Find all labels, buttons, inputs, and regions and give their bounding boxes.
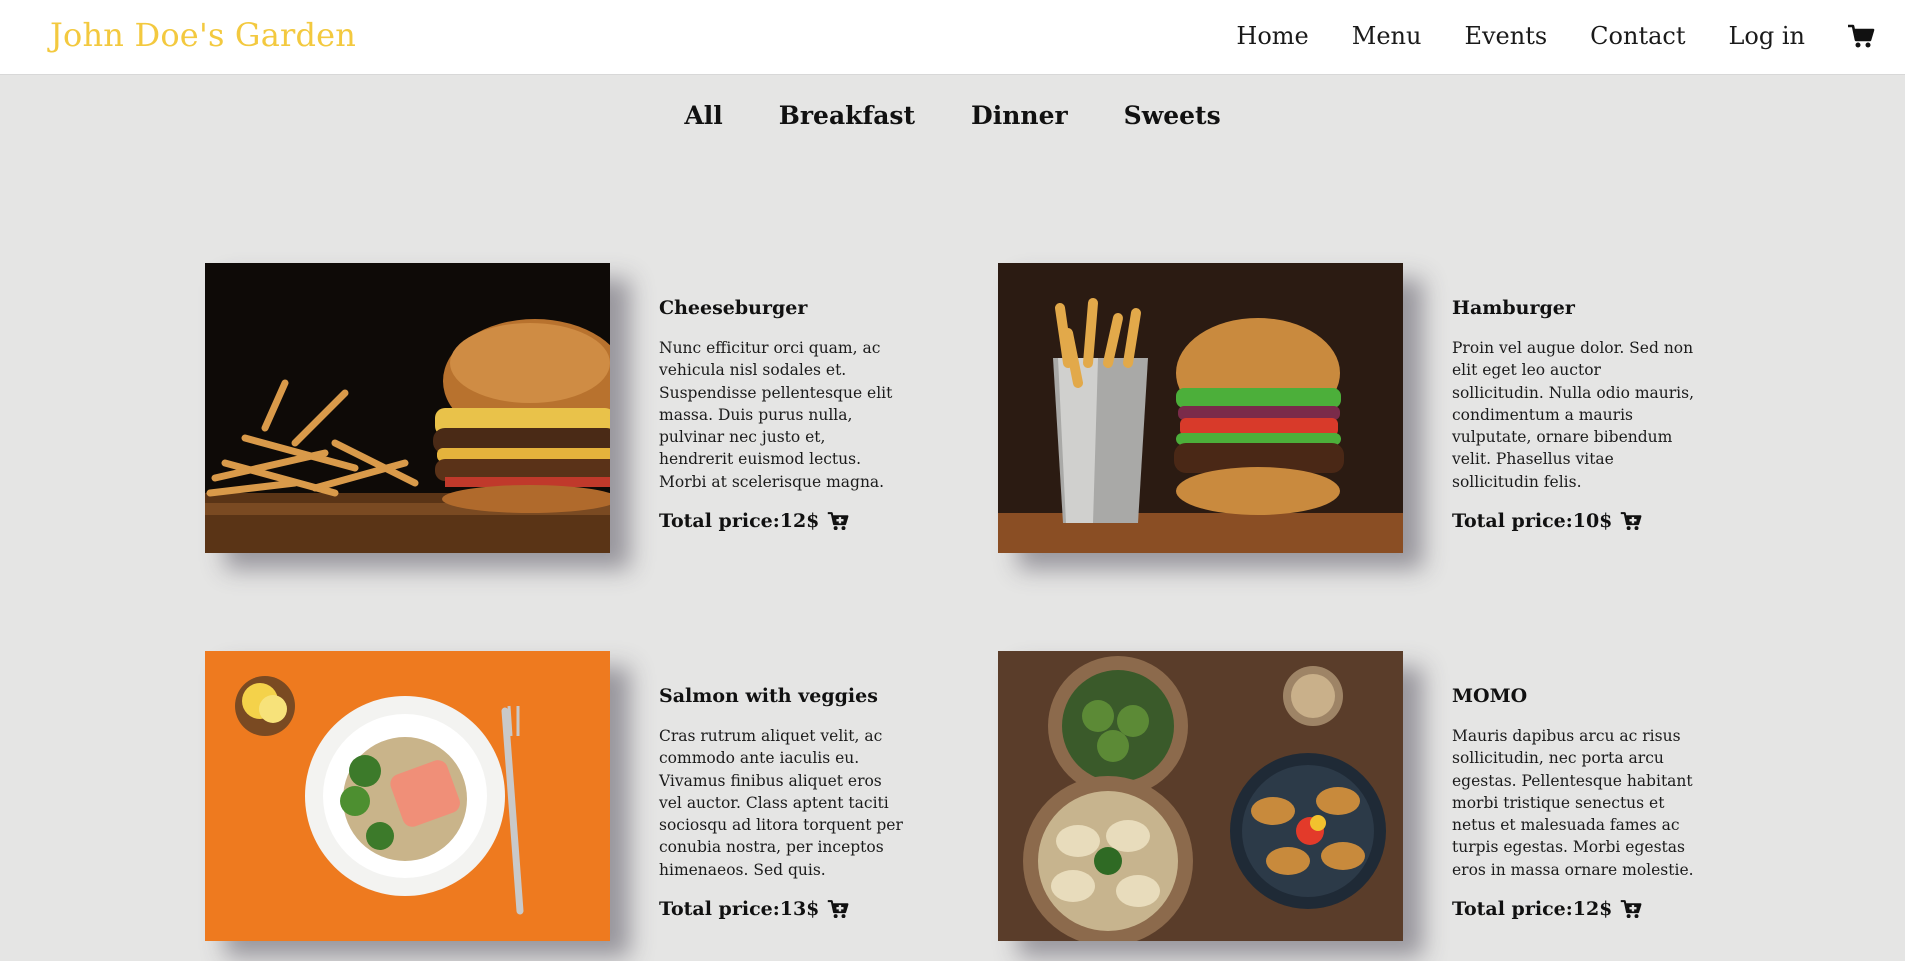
item-price: Total price:10$: [1452, 510, 1613, 533]
cheeseburger-photo: [205, 263, 610, 553]
filter-dinner[interactable]: Dinner: [971, 101, 1068, 130]
nav-links: Home Menu Events Contact Log in: [1193, 22, 1875, 50]
card-text: Cheeseburger Nunc efficitur orci quam, a…: [659, 297, 904, 532]
add-to-cart-icon[interactable]: [827, 510, 849, 532]
item-price: Total price:12$: [1452, 898, 1613, 921]
brand-logo[interactable]: John Doe's Garden: [50, 16, 356, 54]
nav-login[interactable]: Log in: [1728, 22, 1805, 50]
item-name: MOMO: [1452, 685, 1528, 707]
item-name: Cheeseburger: [659, 297, 808, 319]
add-to-cart-icon[interactable]: [827, 898, 849, 920]
page-edge: [1905, 74, 1919, 961]
price-row: Total price:10$: [1452, 510, 1697, 532]
price-row: Total price:12$: [659, 510, 904, 532]
item-price: Total price:12$: [659, 510, 820, 533]
add-to-cart-icon[interactable]: [1620, 898, 1642, 920]
item-price: Total price:13$: [659, 898, 820, 921]
item-description: Proin vel augue dolor. Sed non elit eget…: [1452, 339, 1694, 491]
item-description: Cras rutrum aliquet velit, ac commodo an…: [659, 727, 903, 879]
menu-card-momo: MOMO Mauris dapibus arcu ac risus sollic…: [998, 651, 1778, 941]
item-description: Nunc efficitur orci quam, ac vehicula ni…: [659, 339, 893, 491]
hamburger-photo: [998, 263, 1403, 553]
category-filters: All Breakfast Dinner Sweets: [0, 101, 1905, 130]
price-row: Total price:12$: [1452, 898, 1697, 920]
menu-card-salmon: Salmon with veggies Cras rutrum aliquet …: [205, 651, 985, 941]
menu-card-hamburger: Hamburger Proin vel augue dolor. Sed non…: [998, 263, 1778, 553]
nav-menu[interactable]: Menu: [1352, 22, 1422, 50]
nav-contact[interactable]: Contact: [1590, 22, 1685, 50]
salmon-photo: [205, 651, 610, 941]
item-name: Salmon with veggies: [659, 685, 878, 707]
filter-breakfast[interactable]: Breakfast: [779, 101, 915, 130]
filter-sweets[interactable]: Sweets: [1124, 101, 1221, 130]
card-text: MOMO Mauris dapibus arcu ac risus sollic…: [1452, 685, 1697, 920]
price-row: Total price:13$: [659, 898, 904, 920]
momo-photo: [998, 651, 1403, 941]
menu-card-cheeseburger: Cheeseburger Nunc efficitur orci quam, a…: [205, 263, 985, 553]
top-navbar: John Doe's Garden Home Menu Events Conta…: [0, 0, 1919, 75]
cart-icon[interactable]: [1847, 22, 1875, 50]
card-text: Hamburger Proin vel augue dolor. Sed non…: [1452, 297, 1697, 532]
nav-home[interactable]: Home: [1236, 22, 1308, 50]
item-description: Mauris dapibus arcu ac risus sollicitudi…: [1452, 727, 1694, 879]
filter-all[interactable]: All: [684, 101, 722, 130]
item-name: Hamburger: [1452, 297, 1575, 319]
card-text: Salmon with veggies Cras rutrum aliquet …: [659, 685, 904, 920]
nav-events[interactable]: Events: [1464, 22, 1547, 50]
add-to-cart-icon[interactable]: [1620, 510, 1642, 532]
